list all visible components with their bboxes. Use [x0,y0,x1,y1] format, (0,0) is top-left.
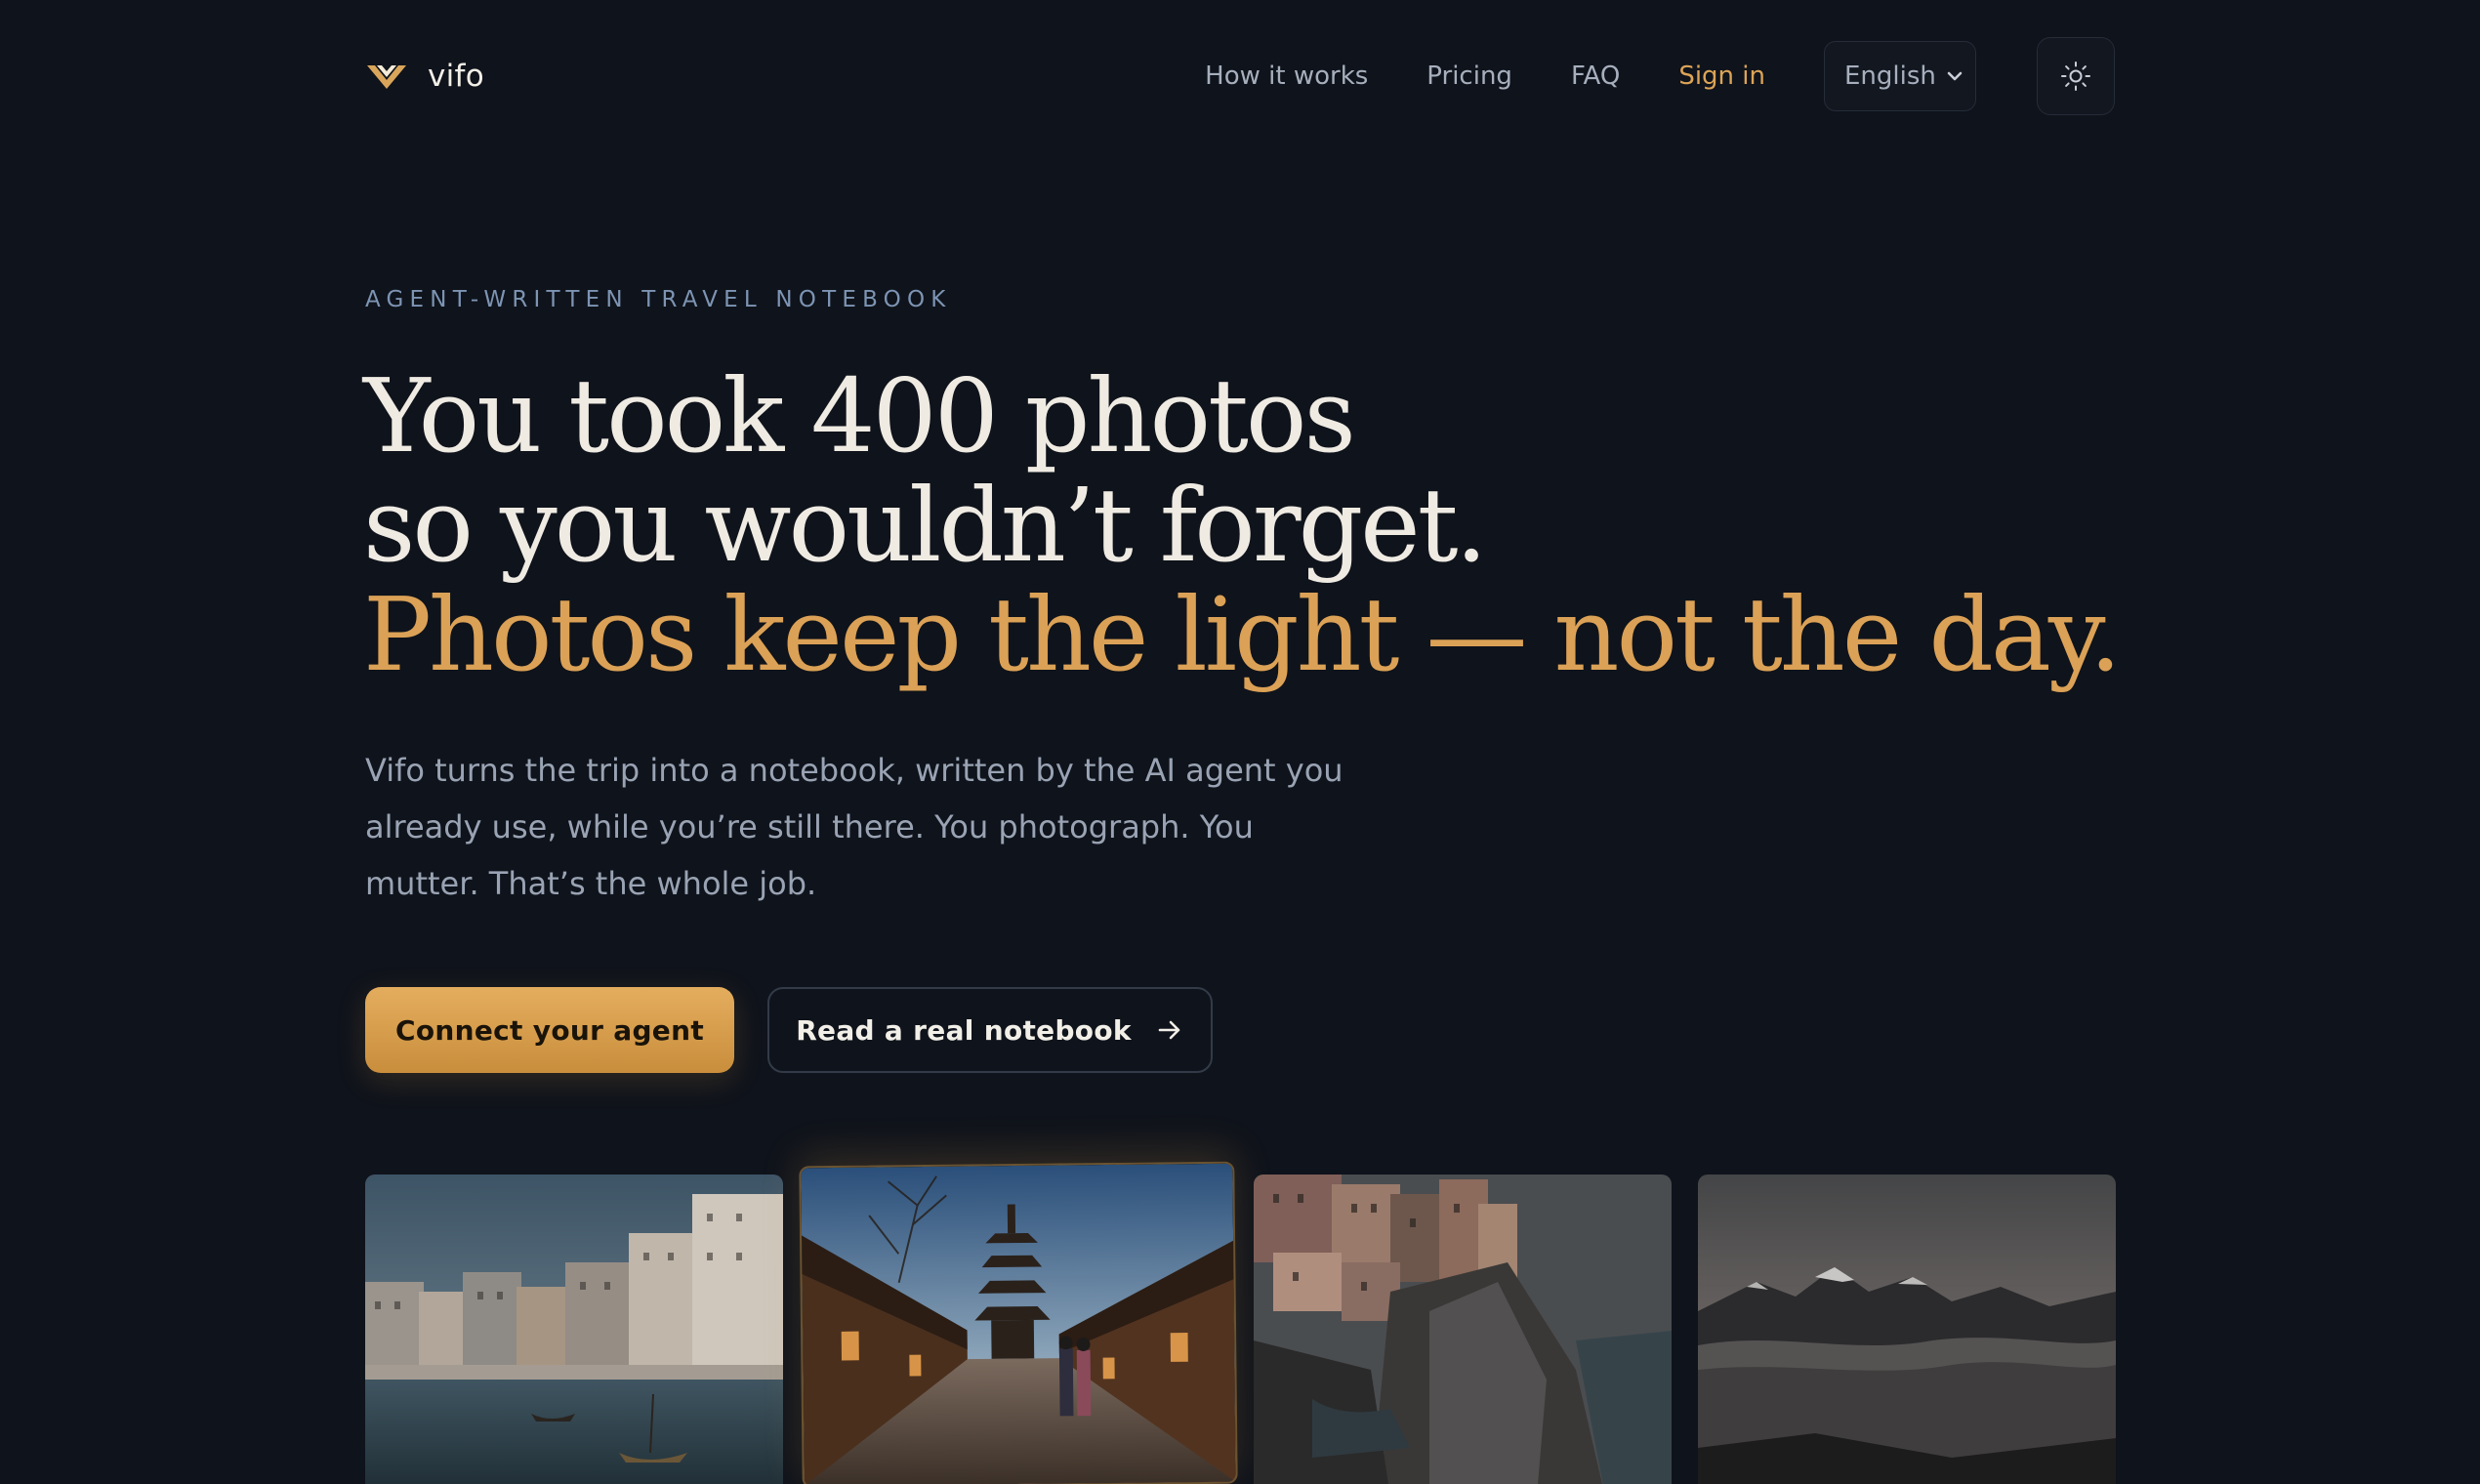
top-nav: vifo How it works Pricing FAQ Sign in En… [365,37,2115,115]
headline-accent-line: Photos keep the light — not the day. [363,575,2122,694]
connect-agent-label: Connect your agent [395,1013,704,1047]
nav-link-how-it-works[interactable]: How it works [1205,62,1368,91]
photo-pagoda-street [799,1161,1238,1484]
cta-row: Connect your agent Read a real notebook [365,987,1213,1073]
photo-cliff-village [1254,1175,1672,1484]
read-notebook-button[interactable]: Read a real notebook [767,987,1213,1073]
hero-headline: You took 400 photos so you wouldn’t forg… [363,356,2122,694]
sun-icon [2061,62,2090,91]
nav-links: How it works Pricing FAQ Sign in English [1205,37,2115,115]
chevron-down-icon [1947,71,1963,81]
read-notebook-label: Read a real notebook [796,1013,1132,1047]
language-select-value: English [1844,62,1936,91]
headline-line-1: You took 400 photos [363,356,1356,475]
photo-harbor-town [365,1175,783,1484]
nav-link-faq[interactable]: FAQ [1571,62,1620,91]
hero-lede: Vifo turns the trip into a notebook, wri… [365,752,1343,902]
nav-link-pricing[interactable]: Pricing [1426,62,1512,91]
arrow-right-icon [1158,1020,1180,1040]
sign-in-link[interactable]: Sign in [1678,62,1765,91]
connect-agent-button[interactable]: Connect your agent [365,987,734,1073]
brand-home-link[interactable]: vifo [365,59,484,94]
theme-toggle-button[interactable] [2037,37,2115,115]
chevron-v-logo-icon [367,65,406,89]
hero-eyebrow: AGENT-WRITTEN TRAVEL NOTEBOOK [365,287,952,312]
language-select[interactable]: English [1824,41,1976,111]
brand-name: vifo [428,59,485,94]
headline-line-2: so you wouldn’t forget. [363,466,1488,585]
photo-mountain-clouds [1698,1175,2116,1484]
